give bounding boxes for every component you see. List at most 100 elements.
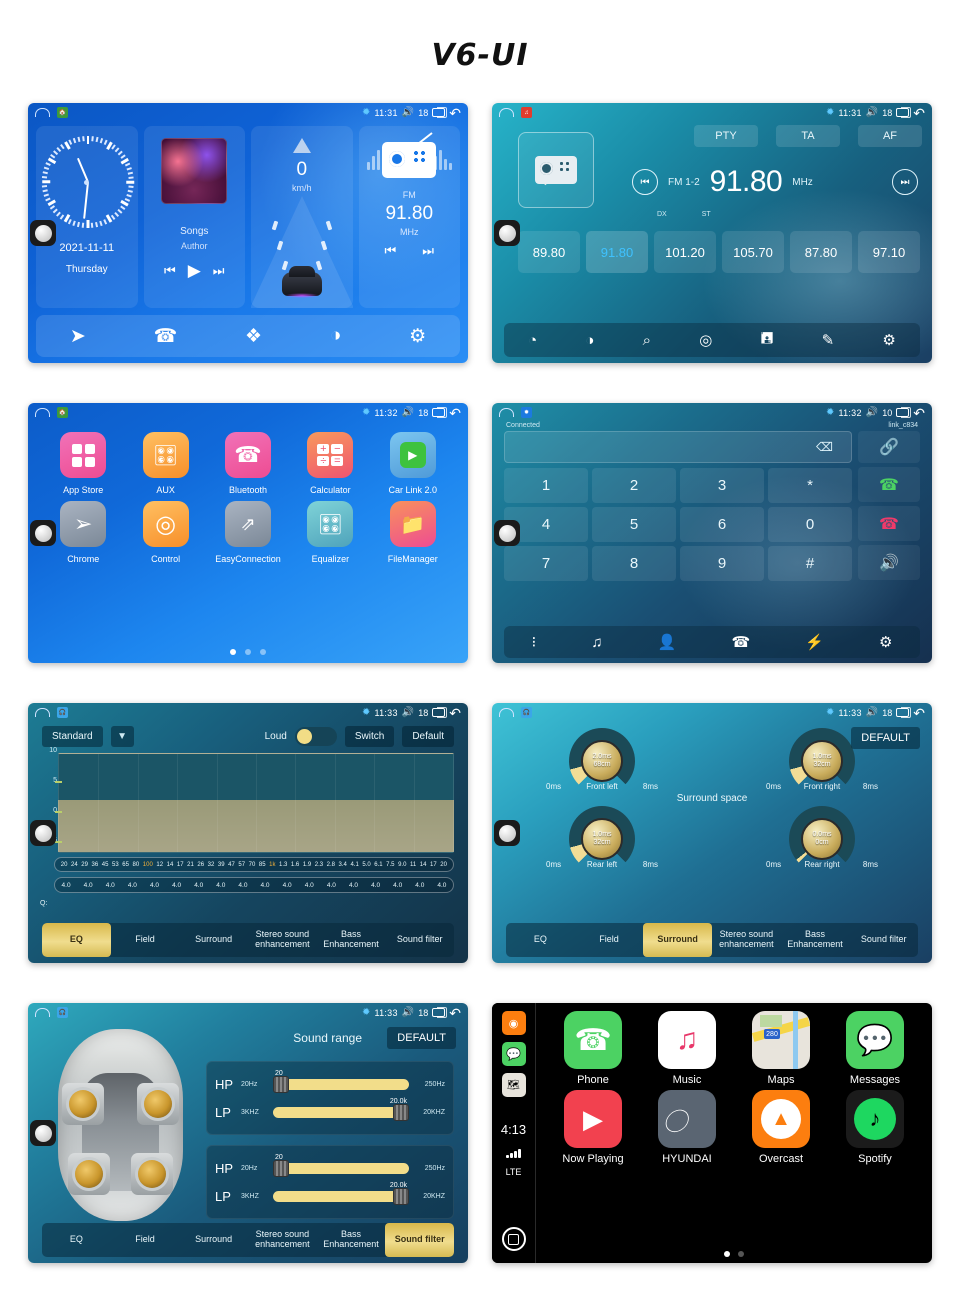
messages-mini-icon[interactable]: 💬	[501, 1042, 526, 1066]
call-end-icon[interactable]: ☎	[858, 506, 920, 541]
recents-icon[interactable]	[432, 707, 448, 718]
seek-down-button[interactable]: ⏮	[632, 169, 658, 195]
music-icon[interactable]: ♫	[591, 634, 602, 651]
carplay-screen[interactable]: ◉ 💬 🗺 4:13 LTE ☎ Phone ♫ Music 280 Maps …	[492, 1003, 932, 1263]
back-icon[interactable]: ↶	[449, 1006, 461, 1020]
carplay-app-now-playing[interactable]: ▶ Now Playing	[546, 1090, 640, 1165]
home-outline-icon[interactable]	[35, 708, 50, 717]
home-outline-icon[interactable]	[35, 1008, 50, 1017]
slider-thumb[interactable]	[393, 1187, 409, 1205]
tab-bass-enhancement[interactable]: Bass Enhancement	[781, 923, 850, 957]
apps-screen[interactable]: 🏠 ✹ 11:32 🔊 18 ↶ App Store 🎛 AUX ☎ Bluet…	[28, 403, 468, 663]
tab-surround[interactable]: Surround	[179, 1223, 248, 1257]
key-1[interactable]: 1	[504, 468, 588, 503]
call-log-icon[interactable]: ☎	[731, 633, 750, 651]
tab-eq[interactable]: EQ	[42, 1223, 111, 1257]
recents-icon[interactable]	[896, 107, 912, 118]
bezel-knob[interactable]	[494, 220, 520, 246]
recents-icon[interactable]	[432, 407, 448, 418]
play-icon[interactable]: ▶	[188, 261, 201, 281]
st-label[interactable]: ST	[702, 211, 711, 218]
current-app-icon[interactable]: 🎧	[521, 707, 532, 718]
loud-toggle[interactable]	[294, 727, 337, 746]
dialpad-icon[interactable]: ⁝	[532, 633, 537, 651]
contacts-icon[interactable]: 👤	[658, 633, 677, 651]
key-star[interactable]: *	[768, 468, 852, 503]
back-icon[interactable]: ↶	[449, 406, 461, 420]
tab-sound-filter[interactable]: Sound filter	[849, 923, 918, 957]
app-item-equalizer[interactable]: 🎛 Equalizer	[289, 501, 371, 564]
equalizer-screen[interactable]: 🎧 ✹ 11:33 🔊 18 ↶ Standard ▼ Loud Switch …	[28, 703, 468, 963]
tab-stereo-sound-enhancement[interactable]: Stereo sound enhancement	[248, 923, 317, 957]
app-item-car-link[interactable]: ▶ Car Link 2.0	[372, 432, 454, 495]
current-app-icon[interactable]: 🏠	[57, 407, 68, 418]
clock-widget[interactable]: 2021-11-11 Thursday	[36, 126, 138, 308]
key-9[interactable]: 9	[680, 546, 764, 581]
previous-track-icon[interactable]: ⏮	[164, 263, 176, 279]
af-button[interactable]: AF	[858, 125, 922, 147]
page-dot[interactable]	[230, 649, 236, 655]
preset-button[interactable]: 87.80	[790, 231, 852, 273]
location-rds-icon[interactable]: ◎	[699, 331, 712, 349]
current-app-icon[interactable]: ✹	[521, 407, 532, 418]
app-item-bluetooth[interactable]: ☎ Bluetooth	[207, 432, 289, 495]
save-icon[interactable]: 🖪	[761, 328, 774, 353]
phone-number-input[interactable]: ⌫	[504, 431, 852, 463]
bezel-knob[interactable]	[30, 1120, 56, 1146]
carplay-app-hyundai[interactable]: ⃝ HYUNDAI	[640, 1090, 734, 1165]
current-app-icon[interactable]: 🏠	[57, 107, 68, 118]
delay-dial[interactable]: 2.0ms 68cm	[569, 728, 635, 794]
carplay-app-phone[interactable]: ☎ Phone	[546, 1011, 640, 1086]
tab-field[interactable]: Field	[111, 1223, 180, 1257]
preset-button[interactable]: 91.80	[586, 231, 648, 273]
backspace-icon[interactable]: ⌫	[816, 440, 833, 454]
bezel-knob[interactable]	[30, 220, 56, 246]
slider-thumb[interactable]	[393, 1103, 409, 1121]
apps-icon[interactable]: ❖	[245, 325, 262, 348]
ta-button[interactable]: TA	[776, 125, 840, 147]
bezel-knob[interactable]	[30, 820, 56, 846]
filter-row-lp[interactable]: LP 3KHZ 20.0k 20KHZ	[215, 1182, 445, 1210]
app-item-easy-connection[interactable]: ⇗ EasyConnection	[207, 501, 289, 564]
carplay-app-overcast[interactable]: ▲ Overcast	[734, 1090, 828, 1165]
key-7[interactable]: 7	[504, 546, 588, 581]
carplay-app-music[interactable]: ♫ Music	[640, 1011, 734, 1086]
seek-up-button[interactable]: ⏭	[892, 169, 918, 195]
page-dot[interactable]	[245, 649, 251, 655]
tab-surround[interactable]: Surround	[643, 923, 713, 957]
tab-stereo-sound-enhancement[interactable]: Stereo sound enhancement	[248, 1223, 317, 1257]
overcast-mini-icon[interactable]: ◉	[501, 1011, 526, 1035]
app-item-aux[interactable]: 🎛 AUX	[124, 432, 206, 495]
home-outline-icon[interactable]	[499, 108, 514, 117]
page-dot[interactable]	[724, 1251, 730, 1257]
default-button[interactable]: DEFAULT	[387, 1027, 456, 1049]
key-5[interactable]: 5	[592, 507, 676, 542]
tab-stereo-sound-enhancement[interactable]: Stereo sound enhancement	[712, 923, 781, 957]
tab-eq[interactable]: EQ	[42, 923, 111, 957]
eq-q-row[interactable]: 4.0 4.0 4.0 4.0 4.0 4.0 4.0 4.0 4.0 4.0 …	[54, 877, 454, 893]
recents-icon[interactable]	[896, 407, 912, 418]
current-app-icon[interactable]: ♫	[521, 107, 532, 118]
carpl ay-app-maps[interactable]: 280 Maps	[734, 1011, 828, 1086]
navigation-icon[interactable]: ➤	[70, 325, 86, 348]
knob-rear-left[interactable]: 1.0ms 32cm 0ms 8ms Rear left	[542, 806, 662, 872]
settings-icon[interactable]: ⚙	[409, 325, 426, 348]
current-app-icon[interactable]: 🎧	[57, 1007, 68, 1018]
search-icon[interactable]: ⌕	[643, 332, 651, 349]
next-station-icon[interactable]: ⏭	[422, 243, 434, 259]
slider-thumb[interactable]	[273, 1159, 289, 1177]
app-item-control[interactable]: ◎ Control	[124, 501, 206, 564]
filter-row-lp[interactable]: LP 3KHZ 20.0k 20KHZ	[215, 1098, 445, 1126]
music-widget[interactable]: Songs Author ⏮ ▶ ⏭	[143, 126, 245, 308]
pty-button[interactable]: PTY	[694, 125, 758, 147]
page-dot[interactable]	[738, 1251, 744, 1257]
eq-preset-select[interactable]: Standard	[42, 726, 103, 747]
navigation-widget[interactable]: 0 km/h	[251, 126, 353, 308]
current-app-icon[interactable]: 🎧	[57, 707, 68, 718]
app-item-calculator[interactable]: + − ÷ = Calculator	[289, 432, 371, 495]
sound-filter-screen[interactable]: 🎧 ✹ 11:33 🔊 18 ↶ Sound range DEFAULT HP	[28, 1003, 468, 1263]
chevron-down-icon[interactable]: ▼	[110, 726, 134, 747]
home-outline-icon[interactable]	[35, 108, 50, 117]
bezel-knob[interactable]	[494, 820, 520, 846]
preset-button[interactable]: 105.70	[722, 231, 784, 273]
